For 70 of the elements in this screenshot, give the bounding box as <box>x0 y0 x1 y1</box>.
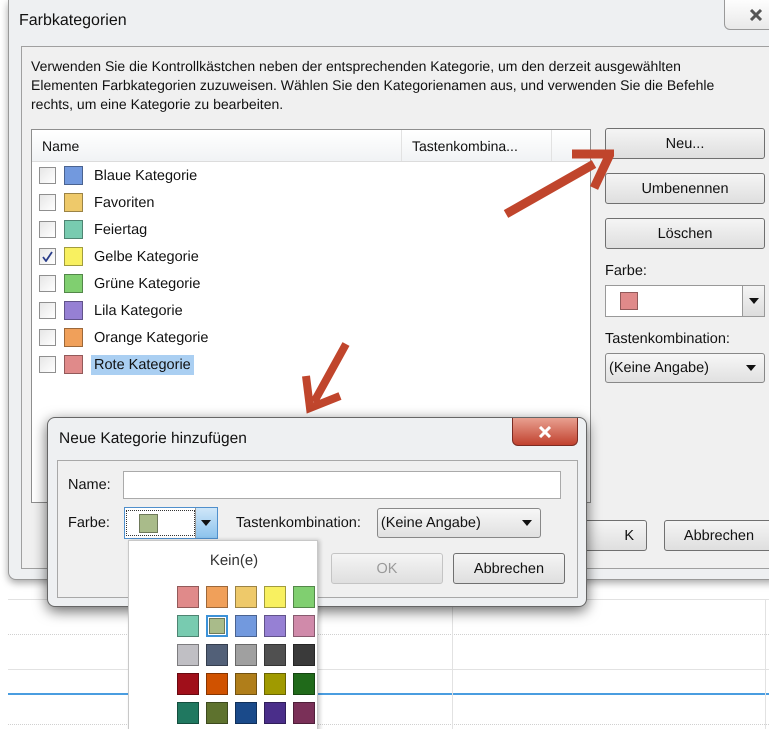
color-option[interactable] <box>234 615 256 637</box>
shortcut-dropdown[interactable]: (Keine Angabe) <box>605 353 765 383</box>
color-option[interactable] <box>206 615 228 637</box>
checkbox[interactable] <box>39 356 56 373</box>
color-label: Farbe: <box>68 515 110 531</box>
checkbox[interactable] <box>39 275 56 292</box>
close-icon <box>749 8 763 20</box>
color-option[interactable] <box>264 615 286 637</box>
checkbox[interactable] <box>39 167 56 184</box>
caret-icon <box>746 365 756 371</box>
category-name[interactable]: Favoriten <box>91 192 158 212</box>
caret-icon <box>748 298 758 304</box>
color-option[interactable] <box>206 586 228 608</box>
category-name[interactable]: Blaue Kategorie <box>91 166 200 186</box>
color-option[interactable] <box>264 644 286 666</box>
color-option[interactable] <box>176 586 198 608</box>
color-option[interactable] <box>234 702 256 724</box>
instructions-text: Verwenden Sie die Kontrollkästchen neben der entsprechenden Kategorie, um den derzeit ausgewählten Elementen Farbkategorien zuzuweisen. Wählen Sie den Kategorienamen aus, und verwenden Sie die Befehle rechts, um eine Kategorie zu bearbeiten. <box>31 57 716 114</box>
checkbox[interactable] <box>39 329 56 346</box>
color-option[interactable] <box>292 615 314 637</box>
color-dropdown[interactable] <box>605 285 765 317</box>
column-header[interactable]: Name <box>32 130 402 161</box>
name-label: Name: <box>68 477 111 493</box>
shortcut-label: Tastenkombination: <box>236 515 361 531</box>
color-option[interactable] <box>206 644 228 666</box>
color-option[interactable] <box>176 702 198 724</box>
action-button[interactable]: Umbenennen <box>605 173 765 204</box>
color-option[interactable] <box>264 586 286 608</box>
color-option[interactable] <box>206 702 228 724</box>
shortcut-label: Tastenkombination: <box>605 331 731 347</box>
dialog-title: Neue Kategorie hinzufügen <box>59 430 247 449</box>
shortcut-dropdown[interactable]: (Keine Angabe) <box>376 508 541 538</box>
checkbox[interactable] <box>39 194 56 211</box>
color-option[interactable] <box>292 586 314 608</box>
cancel-button[interactable]: Abbrechen <box>664 520 769 551</box>
action-button[interactable]: Löschen <box>605 218 765 249</box>
color-option[interactable] <box>292 644 314 666</box>
close-icon <box>538 426 552 438</box>
color-option[interactable] <box>234 586 256 608</box>
color-option[interactable] <box>176 644 198 666</box>
color-option[interactable] <box>176 673 198 695</box>
checkbox[interactable] <box>39 221 56 238</box>
color-option[interactable] <box>264 673 286 695</box>
color-option[interactable] <box>234 644 256 666</box>
color-option[interactable] <box>206 673 228 695</box>
category-name[interactable]: Grüne Kategorie <box>91 274 204 294</box>
cancel-button[interactable]: Abbrechen <box>453 553 565 584</box>
close-button[interactable] <box>724 0 769 30</box>
action-button[interactable]: Neu... <box>605 128 765 159</box>
color-option[interactable] <box>264 702 286 724</box>
caret-icon <box>522 520 532 526</box>
column-header[interactable]: Tastenkombina... <box>402 130 552 161</box>
color-option[interactable] <box>292 673 314 695</box>
color-option[interactable] <box>292 702 314 724</box>
category-name[interactable]: Feiertag <box>91 220 150 240</box>
color-label: Farbe: <box>605 263 648 279</box>
close-button[interactable] <box>512 418 578 446</box>
category-name[interactable]: Rote Kategorie <box>91 354 194 374</box>
no-color-option[interactable]: Kein(e) <box>210 552 258 569</box>
checkbox[interactable] <box>39 302 56 319</box>
window-title: Farbkategorien <box>19 12 127 30</box>
category-name[interactable]: Orange Kategorie <box>91 328 212 348</box>
color-option[interactable] <box>234 673 256 695</box>
caret-icon <box>201 520 212 526</box>
category-name[interactable]: Lila Kategorie <box>91 300 186 320</box>
color-dropdown[interactable] <box>124 507 218 539</box>
checkbox[interactable] <box>39 248 56 265</box>
name-input[interactable] <box>122 471 561 499</box>
color-option[interactable] <box>176 615 198 637</box>
category-name[interactable]: Gelbe Kategorie <box>91 246 202 266</box>
